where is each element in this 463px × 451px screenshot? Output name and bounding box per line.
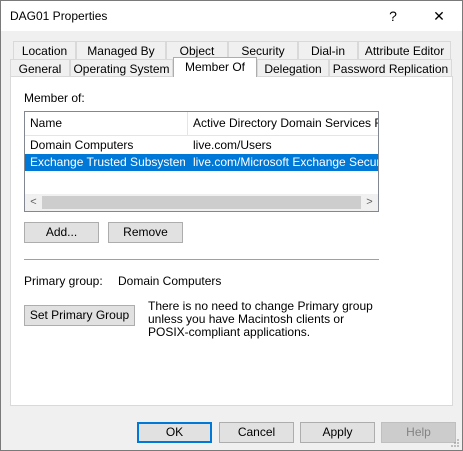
tab-dial-in[interactable]: Dial-in	[298, 41, 358, 59]
tab-member-of[interactable]: Member Of	[173, 57, 257, 77]
member-of-panel: Member of: Name Active Directory Domain …	[10, 76, 453, 406]
column-header-folder[interactable]: Active Directory Domain Services Folder	[188, 112, 378, 135]
list-item-selected[interactable]: Exchange Trusted Subsystem live.com/Micr…	[25, 154, 378, 171]
ok-button[interactable]: OK	[137, 422, 212, 443]
properties-dialog: DAG01 Properties ? ✕ Location Managed By…	[0, 0, 463, 451]
apply-button[interactable]: Apply	[300, 422, 375, 443]
primary-group-info-text: There is no need to change Primary group…	[148, 299, 373, 339]
list-item-name: Domain Computers	[30, 138, 134, 152]
list-header: Name Active Directory Domain Services Fo…	[25, 112, 378, 136]
scroll-right-icon[interactable]: >	[361, 194, 378, 211]
tab-general[interactable]: General	[10, 59, 70, 77]
separator	[24, 259, 379, 260]
horizontal-scrollbar[interactable]: < >	[25, 194, 378, 211]
scroll-left-icon[interactable]: <	[25, 194, 42, 211]
title-bar: DAG01 Properties ? ✕	[1, 1, 462, 31]
remove-button[interactable]: Remove	[108, 222, 183, 243]
tab-location[interactable]: Location	[13, 41, 76, 59]
column-header-name[interactable]: Name	[25, 112, 188, 135]
window-title: DAG01 Properties	[10, 9, 108, 23]
resize-grip-icon[interactable]	[450, 438, 460, 448]
list-item-folder: live.com/Microsoft Exchange Security Gro…	[193, 155, 378, 169]
help-icon[interactable]: ?	[370, 1, 416, 31]
tab-operating-system[interactable]: Operating System	[70, 59, 173, 77]
member-of-label: Member of:	[24, 91, 85, 105]
list-item-folder: live.com/Users	[193, 138, 272, 152]
help-button: Help	[381, 422, 456, 443]
member-of-list[interactable]: Name Active Directory Domain Services Fo…	[24, 111, 379, 212]
list-item[interactable]: Domain Computers live.com/Users	[25, 137, 378, 154]
primary-group-value: Domain Computers	[118, 274, 222, 288]
cancel-button[interactable]: Cancel	[219, 422, 294, 443]
list-item-name: Exchange Trusted Subsystem	[30, 155, 185, 169]
tab-attribute-editor[interactable]: Attribute Editor	[358, 41, 451, 59]
add-button[interactable]: Add...	[24, 222, 99, 243]
set-primary-group-button[interactable]: Set Primary Group	[24, 305, 135, 326]
tab-password-replication[interactable]: Password Replication	[329, 59, 452, 77]
close-icon[interactable]: ✕	[416, 1, 462, 31]
primary-group-label: Primary group:	[24, 274, 103, 288]
tab-delegation[interactable]: Delegation	[257, 59, 329, 77]
scrollbar-thumb[interactable]	[42, 196, 361, 209]
tab-managed-by[interactable]: Managed By	[76, 41, 166, 59]
